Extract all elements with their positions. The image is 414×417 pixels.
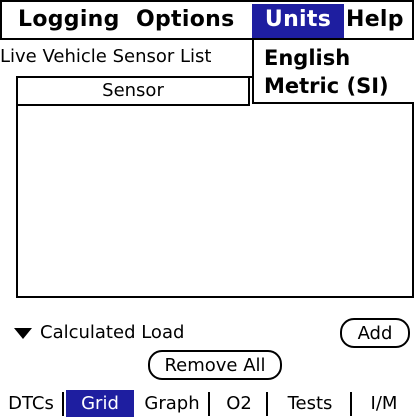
remove-all-button[interactable]: Remove All [148, 350, 282, 380]
tab-divider [266, 392, 268, 416]
sensor-selector-label: Calculated Load [40, 322, 185, 343]
column-divider [248, 78, 250, 106]
tab-o2[interactable]: O2 [212, 390, 266, 417]
tab-divider [208, 392, 210, 416]
triangle-down-icon [14, 327, 32, 339]
menu-logging[interactable]: Logging [18, 4, 120, 38]
menu-options[interactable]: Options [136, 4, 234, 38]
tab-divider [350, 392, 352, 416]
units-dropdown-menu: English Metric (SI) [252, 40, 414, 104]
tab-graph[interactable]: Graph [136, 390, 208, 417]
units-option-english[interactable]: English [264, 44, 350, 72]
tab-bar: DTCs Grid Graph O2 Tests I/M [0, 390, 414, 417]
list-title: Live Vehicle Sensor List [0, 46, 212, 67]
sensor-column-header[interactable]: Sensor [18, 78, 248, 106]
sensor-list[interactable]: Sensor [16, 76, 414, 298]
add-button[interactable]: Add [340, 318, 410, 348]
sensor-selector[interactable]: Calculated Load [14, 318, 184, 348]
tab-grid[interactable]: Grid [66, 390, 134, 417]
menu-help[interactable]: Help [346, 4, 404, 38]
tab-dtcs[interactable]: DTCs [0, 390, 62, 417]
tab-tests[interactable]: Tests [270, 390, 350, 417]
menu-bar: Logging Options Units Help [0, 0, 414, 40]
tab-im[interactable]: I/M [354, 390, 414, 417]
menu-units[interactable]: Units [252, 4, 344, 38]
units-option-metric[interactable]: Metric (SI) [264, 72, 389, 100]
tab-divider [62, 392, 64, 416]
